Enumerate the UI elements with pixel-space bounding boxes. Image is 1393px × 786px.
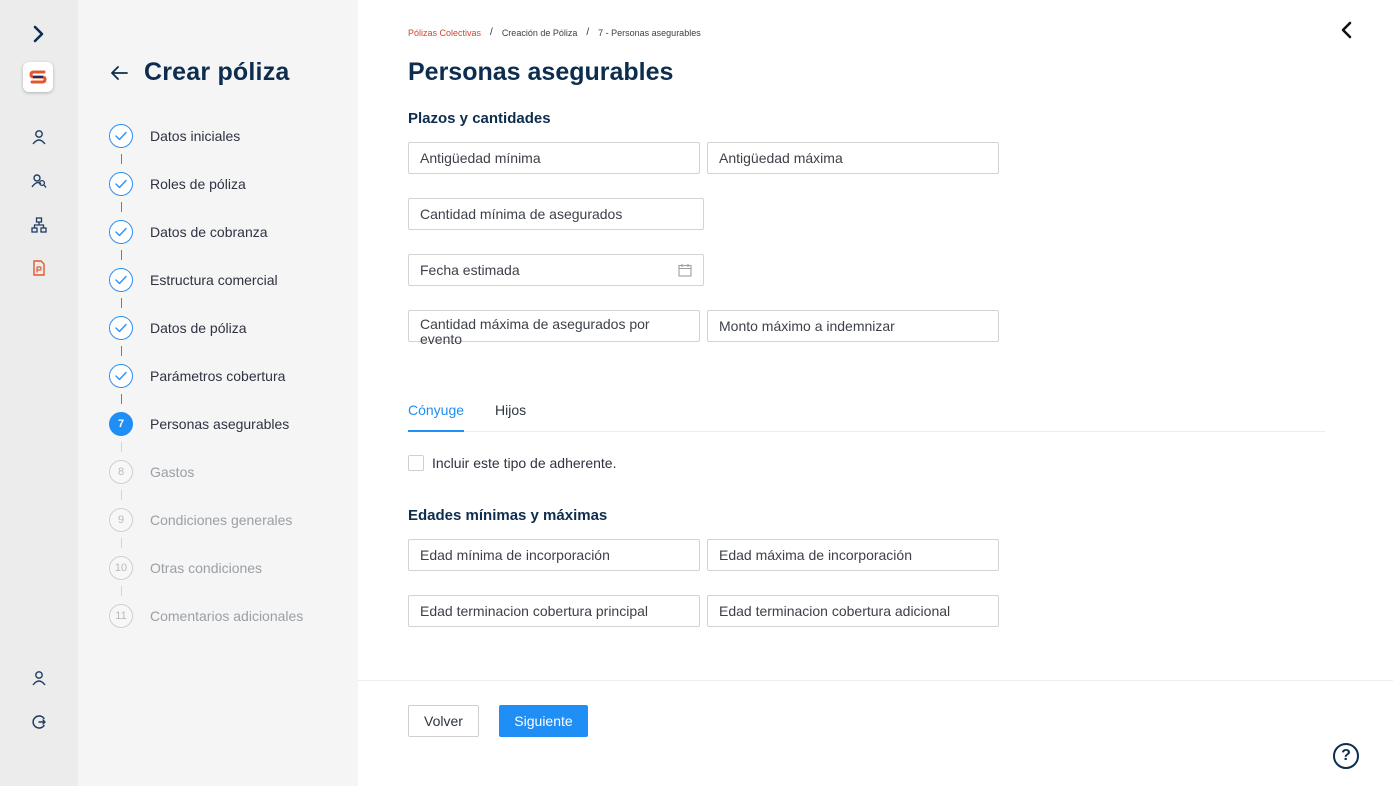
step-label: Personas asegurables bbox=[150, 416, 290, 432]
breadcrumb-creacion-poliza[interactable]: Creación de Póliza bbox=[502, 28, 578, 38]
include-adherent-label[interactable]: Incluir este tipo de adherente. bbox=[432, 455, 616, 471]
step-item[interactable]: 11 Comentarios adicionales bbox=[109, 603, 303, 629]
check-icon bbox=[109, 124, 133, 148]
breadcrumb-separator: / bbox=[490, 27, 493, 38]
profile-user-icon[interactable] bbox=[0, 663, 78, 693]
check-icon bbox=[109, 364, 133, 388]
step-item[interactable]: Roles de póliza bbox=[109, 171, 246, 197]
step-item[interactable]: Datos de cobranza bbox=[109, 219, 268, 245]
antiguedad-minima-field[interactable] bbox=[408, 142, 700, 174]
breadcrumb-current: 7 - Personas asegurables bbox=[598, 27, 701, 38]
logout-icon[interactable] bbox=[0, 707, 78, 737]
cantidad-minima-input[interactable] bbox=[409, 199, 703, 229]
edad-term-principal-field[interactable] bbox=[408, 595, 700, 627]
calendar-icon[interactable] bbox=[678, 263, 692, 282]
step-item[interactable]: Parámetros cobertura bbox=[109, 363, 285, 389]
step-label: Roles de póliza bbox=[150, 176, 246, 192]
steps-panel: Crear póliza Datos iniciales Roles de pól… bbox=[78, 0, 358, 786]
nav-org-chart-icon[interactable] bbox=[0, 210, 78, 240]
step-number: 9 bbox=[109, 508, 133, 532]
monto-maximo-input[interactable] bbox=[708, 311, 998, 341]
step-label: Datos iniciales bbox=[150, 128, 241, 144]
step-item[interactable]: Datos de póliza bbox=[109, 315, 247, 341]
step-item[interactable]: 9 Condiciones generales bbox=[109, 507, 292, 533]
tab-conyuge[interactable]: Cónyuge bbox=[408, 402, 465, 432]
step-label: Gastos bbox=[150, 464, 195, 480]
steps-header: Crear póliza bbox=[108, 58, 290, 87]
step-item[interactable]: Datos iniciales bbox=[109, 123, 240, 149]
edad-term-adicional-field[interactable] bbox=[707, 595, 999, 627]
step-label: Datos de cobranza bbox=[150, 224, 268, 240]
check-icon bbox=[109, 268, 133, 292]
siguiente-button[interactable]: Siguiente bbox=[499, 705, 588, 737]
cantidad-maxima-evento-placeholder: Cantidad máxima de asegurados por evento bbox=[420, 316, 650, 347]
cantidad-maxima-evento-field[interactable]: Cantidad máxima de asegurados por evento bbox=[408, 310, 700, 347]
step-connector bbox=[121, 442, 122, 452]
breadcrumb-separator: / bbox=[586, 27, 590, 38]
left-rail bbox=[0, 0, 78, 786]
edad-term-principal-input[interactable] bbox=[409, 596, 699, 626]
step-label: Condiciones generales bbox=[150, 512, 293, 528]
monto-maximo-field[interactable] bbox=[707, 310, 999, 342]
edad-term-adicional-input[interactable] bbox=[708, 596, 998, 626]
section-title-edades: Edades mínimas y máximas bbox=[408, 507, 608, 524]
antiguedad-maxima-input[interactable] bbox=[708, 143, 998, 173]
fecha-estimada-input[interactable] bbox=[409, 255, 703, 285]
logo-s-icon bbox=[29, 70, 47, 84]
step-connector bbox=[121, 298, 122, 308]
antiguedad-maxima-field[interactable] bbox=[707, 142, 999, 174]
back-arrow-icon[interactable] bbox=[108, 62, 130, 84]
include-adherent-row: Incluir este tipo de adherente. bbox=[408, 455, 616, 471]
edad-max-incorporacion-input[interactable] bbox=[708, 540, 998, 570]
edad-max-incorporacion-field[interactable] bbox=[707, 539, 999, 571]
main-content: Pólizas Colectivas / Creación de Póliza … bbox=[358, 0, 1393, 786]
tab-hijos[interactable]: Hijos bbox=[495, 402, 526, 430]
step-label: Estructura comercial bbox=[150, 272, 278, 288]
nav-user-icon[interactable] bbox=[0, 122, 78, 152]
breadcrumb-polizas-colectivas[interactable]: Pólizas Colectivas bbox=[408, 28, 481, 38]
collapse-chevron-left-icon[interactable] bbox=[1335, 18, 1357, 42]
nav-document-icon[interactable] bbox=[0, 253, 78, 283]
step-number: 11 bbox=[109, 604, 133, 628]
antiguedad-minima-input[interactable] bbox=[409, 143, 699, 173]
breadcrumb: Pólizas Colectivas / Creación de Póliza … bbox=[408, 27, 701, 38]
check-icon bbox=[109, 172, 133, 196]
volver-button[interactable]: Volver bbox=[408, 705, 479, 737]
nav-users-search-icon[interactable] bbox=[0, 166, 78, 196]
step-connector bbox=[121, 490, 122, 500]
step-number: 7 bbox=[109, 412, 133, 436]
step-connector bbox=[121, 586, 122, 596]
step-item[interactable]: 7 Personas asegurables bbox=[109, 411, 289, 437]
page-title: Personas asegurables bbox=[408, 58, 674, 86]
check-icon bbox=[109, 220, 133, 244]
check-icon bbox=[109, 316, 133, 340]
step-number: 10 bbox=[109, 556, 133, 580]
section-title-plazos: Plazos y cantidades bbox=[408, 110, 551, 127]
step-connector bbox=[121, 250, 122, 260]
step-label: Otras condiciones bbox=[150, 560, 263, 576]
include-adherent-checkbox[interactable] bbox=[408, 455, 424, 471]
expand-chevron-icon[interactable] bbox=[0, 19, 78, 49]
step-connector bbox=[121, 154, 122, 164]
step-label: Parámetros cobertura bbox=[150, 368, 286, 384]
steps-title: Crear póliza bbox=[144, 58, 290, 86]
step-label: Comentarios adicionales bbox=[150, 608, 304, 624]
edad-min-incorporacion-field[interactable] bbox=[408, 539, 700, 571]
fecha-estimada-field[interactable] bbox=[408, 254, 704, 286]
adherent-tabs: Cónyuge Hijos bbox=[408, 398, 1325, 432]
step-item[interactable]: Estructura comercial bbox=[109, 267, 278, 293]
footer-bar: Volver Siguiente ? bbox=[358, 680, 1393, 786]
help-icon[interactable]: ? bbox=[1333, 743, 1359, 769]
edad-min-incorporacion-input[interactable] bbox=[409, 540, 699, 570]
step-number: 8 bbox=[109, 460, 133, 484]
cantidad-minima-field[interactable] bbox=[408, 198, 704, 230]
step-item[interactable]: 10 Otras condiciones bbox=[109, 555, 262, 581]
step-connector bbox=[121, 394, 122, 404]
step-item[interactable]: 8 Gastos bbox=[109, 459, 194, 485]
step-connector bbox=[121, 538, 122, 548]
step-connector bbox=[121, 202, 122, 212]
step-connector bbox=[121, 346, 122, 356]
app-logo[interactable] bbox=[23, 62, 53, 92]
step-label: Datos de póliza bbox=[150, 320, 247, 336]
